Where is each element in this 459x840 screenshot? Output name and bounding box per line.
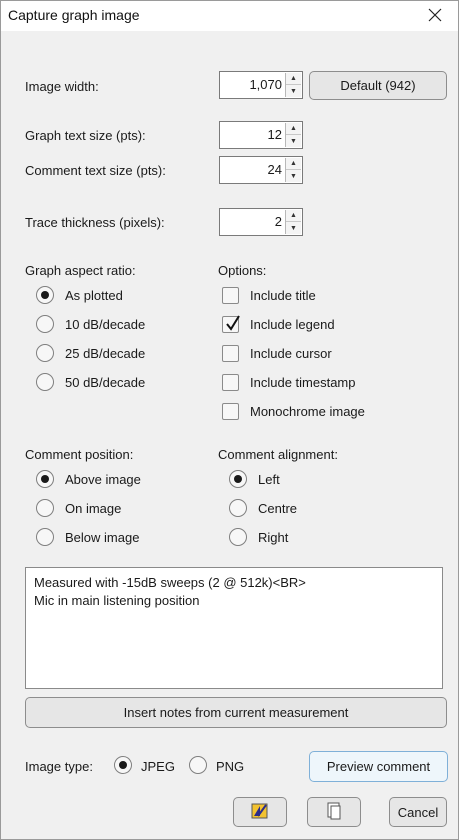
position-on-radio[interactable] (36, 499, 54, 517)
monochrome-image-checkbox[interactable] (222, 403, 239, 420)
comment-line-1: Measured with -15dB sweeps (2 @ 512k)<BR… (34, 575, 306, 590)
position-below-radio[interactable] (36, 528, 54, 546)
align-left-label[interactable]: Left (258, 472, 280, 487)
position-above-label[interactable]: Above image (65, 472, 141, 487)
close-button[interactable] (412, 1, 458, 31)
comment-position-label: Comment position: (25, 447, 134, 462)
image-width-arrows: ▲ ▼ (285, 73, 301, 97)
aspect-25db-label[interactable]: 25 dB/decade (65, 346, 145, 361)
cancel-button[interactable]: Cancel (389, 797, 447, 827)
position-above-radio[interactable] (36, 470, 54, 488)
align-left-radio[interactable] (229, 470, 247, 488)
close-icon (428, 8, 442, 25)
image-width-up-icon[interactable]: ▲ (286, 73, 301, 85)
include-title-checkbox[interactable] (222, 287, 239, 304)
insert-notes-button[interactable]: Insert notes from current measurement (25, 697, 447, 728)
default-width-button[interactable]: Default (942) (309, 71, 447, 100)
graph-text-size-spinner[interactable]: 12 ▲ ▼ (219, 121, 303, 149)
graph-text-size-label: Graph text size (pts): (25, 128, 146, 143)
save-image-button[interactable] (233, 797, 287, 827)
comment-textarea[interactable]: Measured with -15dB sweeps (2 @ 512k)<BR… (25, 567, 443, 689)
comment-text-size-label: Comment text size (pts): (25, 163, 166, 178)
comment-text-size-value[interactable]: 24 (268, 162, 282, 177)
trace-thickness-spinner[interactable]: 2 ▲ ▼ (219, 208, 303, 236)
image-type-png-label[interactable]: PNG (216, 759, 244, 774)
copy-clipboard-button[interactable] (307, 797, 361, 827)
trace-thickness-arrows: ▲ ▼ (285, 210, 301, 234)
trace-thickness-up-icon[interactable]: ▲ (286, 210, 301, 222)
comment-text-size-spinner[interactable]: 24 ▲ ▼ (219, 156, 303, 184)
aspect-50db-label[interactable]: 50 dB/decade (65, 375, 145, 390)
aspect-as-plotted-radio[interactable] (36, 286, 54, 304)
graph-text-size-value[interactable]: 12 (268, 127, 282, 142)
include-title-label[interactable]: Include title (250, 288, 316, 303)
include-legend-checkbox[interactable] (222, 314, 241, 335)
align-right-label[interactable]: Right (258, 530, 288, 545)
trace-thickness-label: Trace thickness (pixels): (25, 215, 165, 230)
options-label: Options: (218, 263, 267, 278)
align-centre-label[interactable]: Centre (258, 501, 297, 516)
comment-text-size-arrows: ▲ ▼ (285, 158, 301, 182)
trace-thickness-value[interactable]: 2 (275, 214, 282, 229)
aspect-as-plotted-label[interactable]: As plotted (65, 288, 123, 303)
graph-text-size-arrows: ▲ ▼ (285, 123, 301, 147)
include-timestamp-checkbox[interactable] (222, 374, 239, 391)
aspect-50db-radio[interactable] (36, 373, 54, 391)
aspect-25db-radio[interactable] (36, 344, 54, 362)
save-image-icon (249, 801, 271, 824)
image-type-jpeg-label[interactable]: JPEG (141, 759, 175, 774)
aspect-ratio-label: Graph aspect ratio: (25, 263, 136, 278)
image-width-spinner[interactable]: 1,070 ▲ ▼ (219, 71, 303, 99)
include-cursor-label[interactable]: Include cursor (250, 346, 332, 361)
include-legend-label[interactable]: Include legend (250, 317, 335, 332)
graph-text-size-up-icon[interactable]: ▲ (286, 123, 301, 135)
position-below-label[interactable]: Below image (65, 530, 139, 545)
graph-text-size-down-icon[interactable]: ▼ (286, 135, 301, 147)
image-width-down-icon[interactable]: ▼ (286, 85, 301, 97)
monochrome-image-label[interactable]: Monochrome image (250, 404, 365, 419)
image-type-jpeg-radio[interactable] (114, 756, 132, 774)
window-title: Capture graph image (8, 7, 140, 23)
include-timestamp-label[interactable]: Include timestamp (250, 375, 356, 390)
title-bar: Capture graph image (1, 1, 458, 31)
comment-line-2: Mic in main listening position (34, 593, 200, 608)
aspect-10db-radio[interactable] (36, 315, 54, 333)
preview-comment-button[interactable]: Preview comment (309, 751, 448, 782)
copy-clipboard-icon (324, 801, 344, 824)
position-on-label[interactable]: On image (65, 501, 121, 516)
align-right-radio[interactable] (229, 528, 247, 546)
comment-text-size-down-icon[interactable]: ▼ (286, 170, 301, 182)
checkmark-icon (225, 314, 241, 335)
aspect-10db-label[interactable]: 10 dB/decade (65, 317, 145, 332)
align-centre-radio[interactable] (229, 499, 247, 517)
capture-graph-dialog: Capture graph image Image width: 1,070 ▲… (0, 0, 459, 840)
comment-text-size-up-icon[interactable]: ▲ (286, 158, 301, 170)
trace-thickness-down-icon[interactable]: ▼ (286, 222, 301, 234)
image-type-label: Image type: (25, 759, 93, 774)
image-width-value[interactable]: 1,070 (249, 77, 282, 92)
image-width-label: Image width: (25, 79, 99, 94)
comment-alignment-label: Comment alignment: (218, 447, 338, 462)
image-type-png-radio[interactable] (189, 756, 207, 774)
include-cursor-checkbox[interactable] (222, 345, 239, 362)
